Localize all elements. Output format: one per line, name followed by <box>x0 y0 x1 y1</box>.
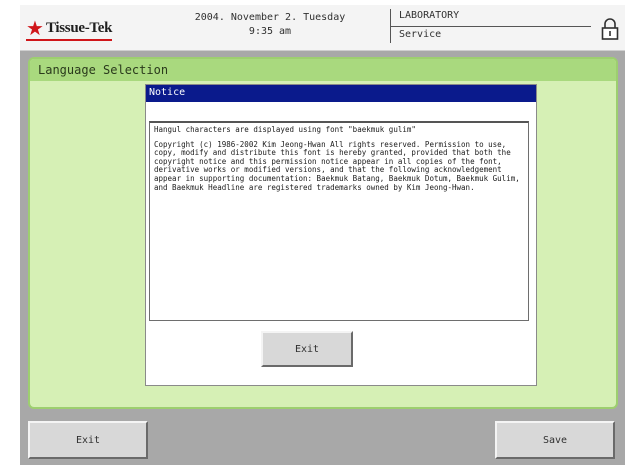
bottom-toolbar: Exit Save <box>20 415 625 465</box>
star-icon: ★ <box>26 16 44 40</box>
dialog-exit-button[interactable]: Exit <box>261 331 353 367</box>
dialog-title: Notice <box>149 87 186 98</box>
save-button[interactable]: Save <box>495 421 615 459</box>
location-text: LABORATORY <box>399 10 460 21</box>
status-box: LABORATORY Service <box>390 9 600 43</box>
app-window: ★ Tissue-Tek 2004. November 2. Tuesday 9… <box>20 5 625 465</box>
dialog-title-bar: Notice <box>146 85 536 102</box>
brand-name: Tissue-Tek <box>45 19 113 36</box>
exit-button[interactable]: Exit <box>28 421 148 459</box>
panel-title: Language Selection <box>38 63 169 77</box>
header: ★ Tissue-Tek 2004. November 2. Tuesday 9… <box>20 5 625 51</box>
time-text: 9:35 am <box>248 26 292 37</box>
notice-text-area[interactable]: Hangul characters are displayed using fo… <box>149 121 529 321</box>
date-text: 2004. November 2. Tuesday <box>194 12 346 23</box>
mode-text: Service <box>399 29 442 40</box>
status-divider <box>391 26 591 27</box>
notice-paragraph-copyright: Copyright (c) 1986-2002 Kim Jeong-Hwan A… <box>154 139 520 192</box>
datetime-display: 2004. November 2. Tuesday 9:35 am <box>185 11 355 39</box>
notice-paragraph-font: Hangul characters are displayed using fo… <box>154 125 416 134</box>
panel-title-bar: Language Selection <box>30 59 616 81</box>
brand-logo: ★ Tissue-Tek <box>26 18 112 38</box>
brand-underline <box>26 39 112 41</box>
notice-dialog: Notice Hangul characters are displayed u… <box>145 84 537 386</box>
padlock-icon[interactable] <box>600 17 620 41</box>
